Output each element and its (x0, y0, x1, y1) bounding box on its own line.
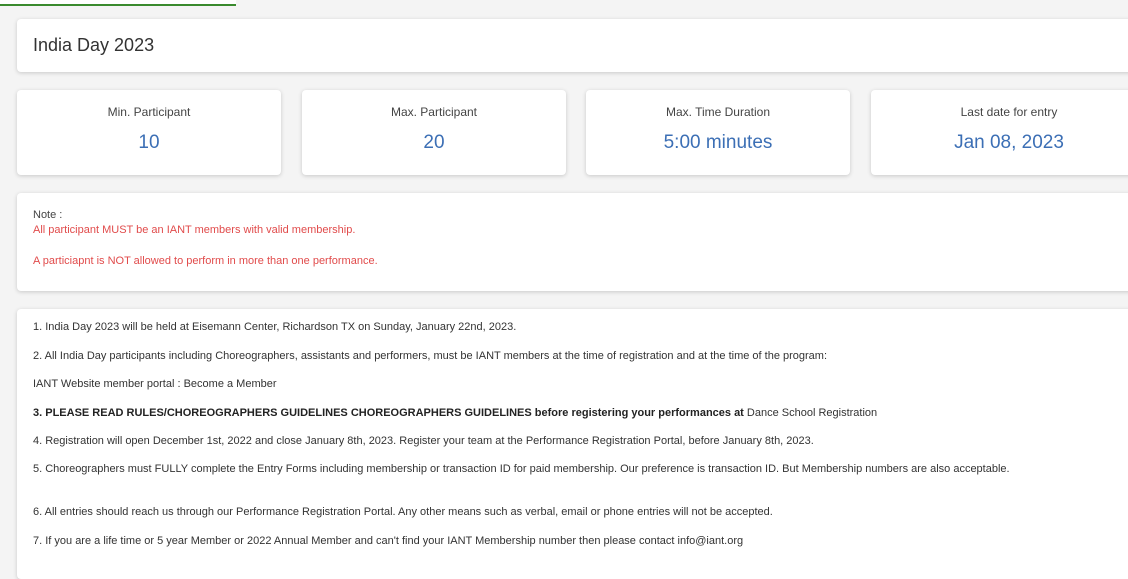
top-link-strip (0, 0, 236, 4)
event-title-card: India Day 2023 (17, 19, 1128, 72)
stat-label: Max. Time Duration (665, 105, 771, 119)
stat-label: Min. Participant (107, 105, 191, 119)
note-label: Note : (33, 209, 63, 221)
stat-value: 5:00 minutes (663, 132, 773, 153)
stat-last-date-for-entry: Last date for entry Jan 08, 2023 (871, 90, 1128, 175)
rule-3-bold: 3. PLEASE READ RULES/CHOREOGRAPHERS GUID… (33, 407, 744, 419)
top-link-underline (0, 0, 236, 6)
rule-6: 6. All entries should reach us through o… (33, 506, 773, 518)
rule-1: 1. India Day 2023 will be held at Eisema… (33, 321, 517, 333)
stat-min-participant: Min. Participant 10 (17, 90, 281, 175)
stat-label: Last date for entry (960, 105, 1058, 119)
rule-7: 7. If you are a life time or 5 year Memb… (33, 535, 744, 547)
rule-3: 3. PLEASE READ RULES/CHOREOGRAPHERS GUID… (33, 405, 1123, 421)
stat-max-participant: Max. Participant 20 (302, 90, 566, 175)
rules-card: 1. India Day 2023 will be held at Eisema… (17, 309, 1128, 579)
rule-5: 5. Choreographers must FULLY complete th… (33, 463, 1010, 475)
rule-4: 4. Registration will open December 1st, … (33, 435, 814, 447)
stat-value: Jan 08, 2023 (954, 132, 1064, 153)
stat-value: 10 (138, 132, 160, 153)
dance-school-registration-link[interactable]: Dance School Registration (744, 407, 877, 419)
rule-2: 2. All India Day participants including … (33, 350, 828, 362)
note-line-single-performance: A particiapnt is NOT allowed to perform … (33, 255, 378, 267)
page-title: India Day 2023 (33, 35, 155, 55)
note-line-membership: All participant MUST be an IANT members … (33, 224, 356, 236)
stat-value: 20 (423, 132, 445, 153)
note-card: Note : All participant MUST be an IANT m… (17, 193, 1128, 291)
member-portal-line[interactable]: IANT Website member portal : Become a Me… (33, 376, 1123, 392)
stat-label: Max. Participant (390, 105, 478, 119)
stat-max-time-duration: Max. Time Duration 5:00 minutes (586, 90, 850, 175)
